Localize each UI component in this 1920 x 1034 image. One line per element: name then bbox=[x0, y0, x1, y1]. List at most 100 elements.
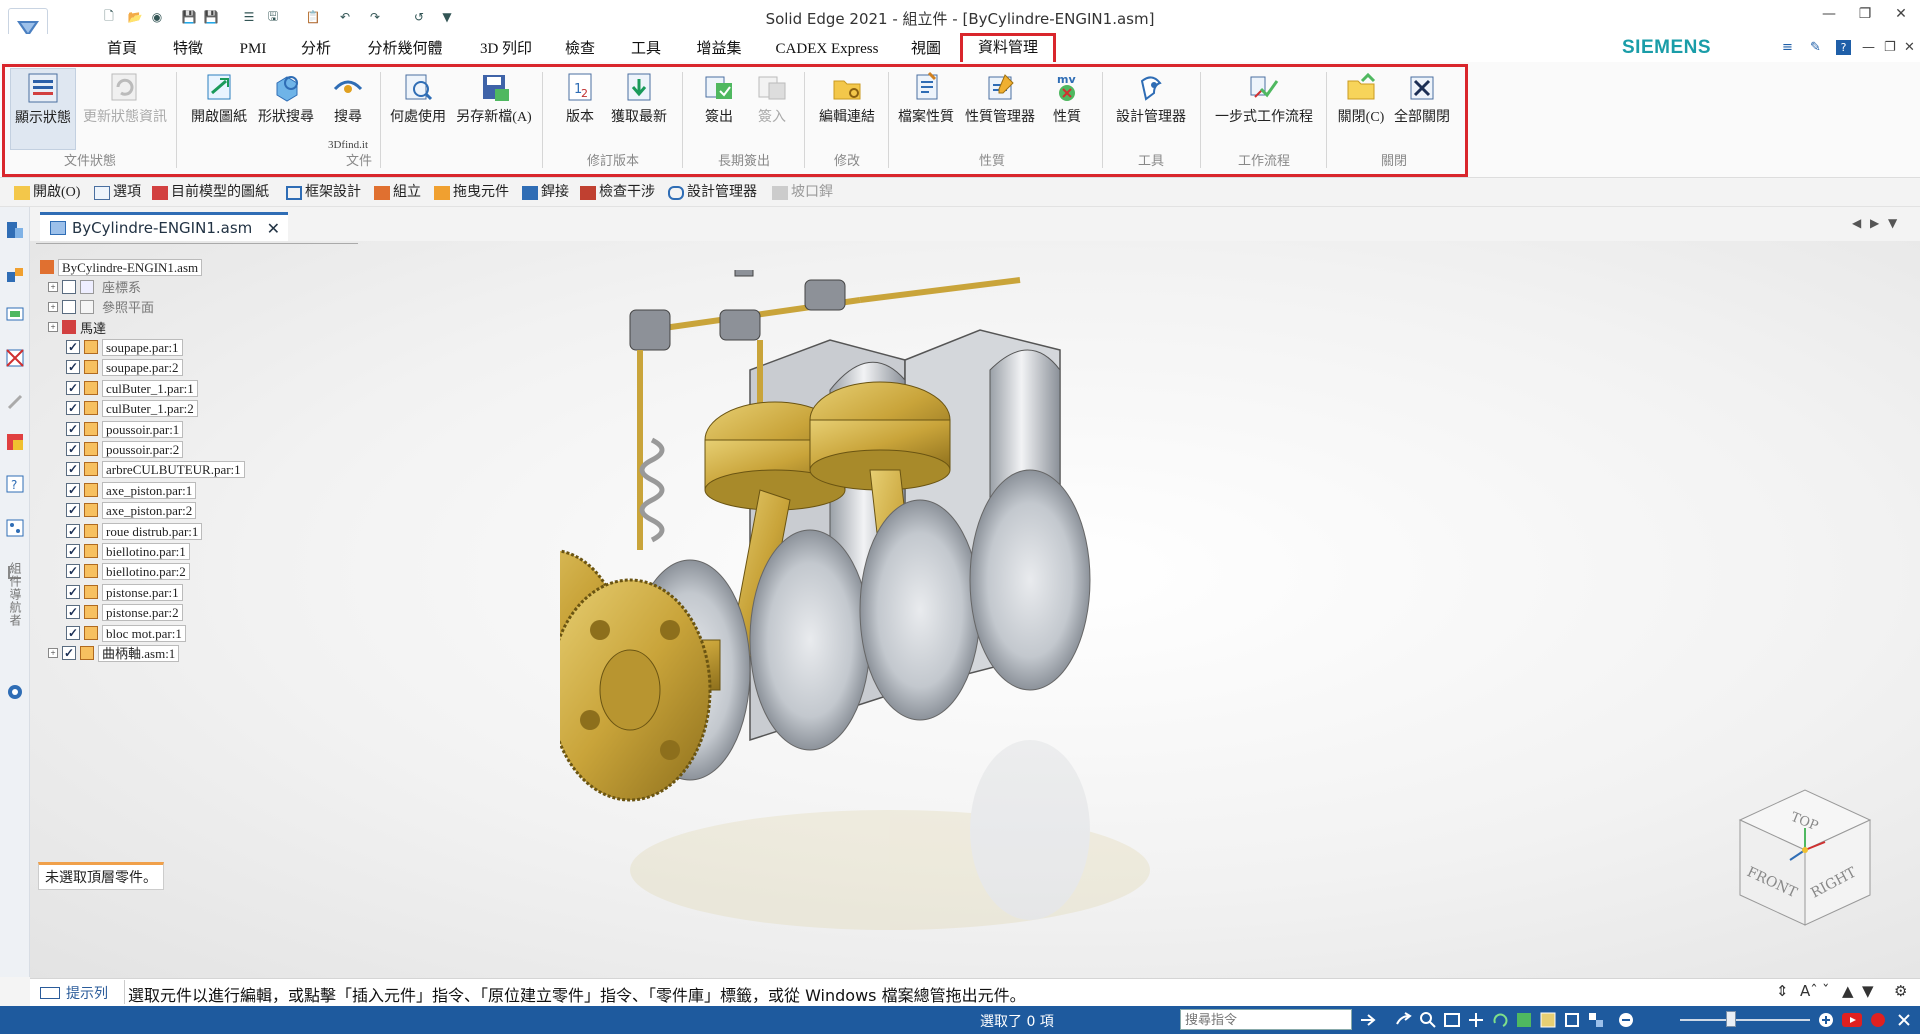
tree-checkbox[interactable] bbox=[62, 300, 76, 314]
tree-checkbox[interactable]: ✓ bbox=[66, 401, 80, 415]
view-styles-icon[interactable] bbox=[1586, 1010, 1606, 1030]
zoom-area-icon[interactable] bbox=[1418, 1010, 1438, 1030]
tree-checkbox[interactable]: ✓ bbox=[66, 524, 80, 538]
cmd-options[interactable]: 選項 bbox=[94, 183, 141, 203]
cmd-current-model-drawing[interactable]: 目前模型的圖紙 bbox=[152, 183, 269, 203]
zoom-slider-track[interactable] bbox=[1680, 1019, 1810, 1021]
ribbon-options-icon[interactable]: ≡ bbox=[1782, 40, 1793, 55]
save-all-icon[interactable]: 💾 bbox=[200, 7, 222, 27]
engine-model-view[interactable] bbox=[560, 270, 1200, 960]
tree-checkbox[interactable]: ✓ bbox=[66, 442, 80, 456]
tree-part-row[interactable]: ✓ axe_piston.par:2 bbox=[66, 501, 197, 519]
cmd-assemble[interactable]: 組立 bbox=[374, 183, 421, 203]
zoom-out-icon[interactable] bbox=[1616, 1010, 1636, 1030]
tab-list-icon[interactable]: ▼ bbox=[1888, 216, 1897, 230]
tree-part-row[interactable]: ✓ poussoir.par:2 bbox=[66, 440, 184, 458]
display-config-icon[interactable] bbox=[3, 346, 27, 370]
close-icon[interactable]: ✕ bbox=[1886, 6, 1916, 28]
tab-scroll-right-icon[interactable]: ▶ bbox=[1870, 216, 1879, 230]
cmd-check-interference[interactable]: 檢查干涉 bbox=[580, 183, 655, 203]
status-close-icon[interactable] bbox=[1894, 1010, 1914, 1030]
tree-checkbox[interactable]: ✓ bbox=[66, 564, 80, 578]
cmd-drag-component[interactable]: 拖曳元件 bbox=[434, 183, 509, 203]
tree-checkbox[interactable]: ✓ bbox=[66, 381, 80, 395]
tree-node-coordinate-systems[interactable]: + 座標系 bbox=[48, 278, 145, 296]
sketch-view-icon[interactable] bbox=[1514, 1010, 1534, 1030]
tree-checkbox[interactable]: ✓ bbox=[66, 605, 80, 619]
zoom-slider-thumb[interactable] bbox=[1726, 1011, 1736, 1027]
tab-addins[interactable]: 增益集 bbox=[692, 38, 746, 60]
tree-checkbox[interactable]: ✓ bbox=[66, 422, 80, 436]
customize-qat-icon[interactable]: ▼ bbox=[436, 7, 458, 27]
tab-pmi[interactable]: PMI bbox=[236, 38, 270, 60]
cmd-groove-weld[interactable]: 坡口銲 bbox=[772, 183, 833, 203]
doc-restore-icon[interactable]: ❐ bbox=[1884, 40, 1896, 55]
tab-inspect[interactable]: 檢查 bbox=[562, 38, 598, 60]
clipboard-icon[interactable]: 📋 bbox=[302, 7, 324, 27]
minimize-icon[interactable]: — bbox=[1814, 6, 1844, 28]
help-topic-icon[interactable]: ? bbox=[3, 472, 27, 496]
tree-checkbox[interactable]: ✓ bbox=[66, 462, 80, 476]
tree-part-row[interactable]: ✓ soupape.par:2 bbox=[66, 358, 183, 376]
expand-icon[interactable]: + bbox=[48, 648, 58, 658]
tree-part-row[interactable]: ✓ roue distrub.par:1 bbox=[66, 522, 203, 540]
tree-checkbox[interactable]: ✓ bbox=[66, 544, 80, 558]
new-icon[interactable]: 🗋 bbox=[98, 7, 120, 27]
tab-features[interactable]: 特徵 bbox=[170, 38, 206, 60]
tab-view[interactable]: 視圖 bbox=[908, 38, 944, 60]
record-icon[interactable] bbox=[1868, 1010, 1888, 1030]
restore-icon[interactable]: ❐ bbox=[1850, 6, 1880, 28]
view-cube[interactable]: TOP FRONT RIGHT bbox=[1730, 780, 1880, 930]
document-tab[interactable]: ByCylindre-ENGIN1.asm ✕ bbox=[40, 212, 288, 241]
font-decrease-icon[interactable]: ˇ bbox=[1822, 982, 1830, 1000]
undo-icon[interactable]: ↶ bbox=[334, 7, 356, 27]
doc-minimize-icon[interactable]: — bbox=[1862, 40, 1875, 55]
settings-gear-icon[interactable] bbox=[3, 680, 27, 704]
tree-part-row[interactable]: ✓ pistonse.par:2 bbox=[66, 603, 183, 621]
tab-analysis[interactable]: 分析 bbox=[298, 38, 334, 60]
save-as-icon[interactable]: 🖫 bbox=[262, 7, 284, 27]
font-increase-icon[interactable]: Aˆ bbox=[1800, 982, 1818, 1000]
appearance-icon[interactable] bbox=[3, 430, 27, 454]
save-icon[interactable]: 💾 bbox=[178, 7, 200, 27]
prompt-collapse-icon[interactable]: ▼ bbox=[1862, 982, 1874, 1000]
expand-icon[interactable]: + bbox=[48, 302, 58, 312]
tree-root[interactable]: ByCylindre-ENGIN1.asm bbox=[40, 258, 203, 276]
redo-icon[interactable]: ↷ bbox=[364, 7, 386, 27]
prompt-expand-icon[interactable]: ▲ bbox=[1842, 982, 1854, 1000]
open-icon[interactable]: 📂 bbox=[124, 7, 146, 27]
tree-checkbox[interactable]: ✓ bbox=[66, 626, 80, 640]
command-search-input[interactable] bbox=[1180, 1009, 1352, 1030]
tree-part-row[interactable]: ✓ bloc mot.par:1 bbox=[66, 624, 186, 642]
sensors-icon[interactable] bbox=[3, 516, 27, 540]
help-icon[interactable]: ? bbox=[1836, 40, 1851, 55]
tree-part-row[interactable]: + ✓ 曲柄軸.asm:1 bbox=[48, 644, 180, 662]
prompt-bar-toggle[interactable]: 提示列 bbox=[40, 983, 108, 1003]
view-orientation-icon[interactable] bbox=[1538, 1010, 1558, 1030]
repeat-icon[interactable]: ↺ bbox=[408, 7, 430, 27]
tab-scroll-left-icon[interactable]: ◀ bbox=[1852, 216, 1861, 230]
cmd-open[interactable]: 開啟(O) bbox=[14, 183, 80, 203]
tree-part-row[interactable]: ✓ axe_piston.par:1 bbox=[66, 481, 197, 499]
print-icon[interactable]: ☰ bbox=[238, 7, 260, 27]
tab-analysis-geometry[interactable]: 分析幾何體 bbox=[362, 38, 448, 60]
tree-checkbox[interactable]: ✓ bbox=[66, 483, 80, 497]
tree-part-row[interactable]: ✓ culButer_1.par:2 bbox=[66, 399, 198, 417]
pan-icon[interactable] bbox=[1466, 1010, 1486, 1030]
tree-node-reference-planes[interactable]: + 參照平面 bbox=[48, 298, 158, 316]
layers-icon[interactable] bbox=[3, 302, 27, 326]
tree-checkbox[interactable]: ✓ bbox=[66, 340, 80, 354]
parts-library-icon[interactable] bbox=[3, 262, 27, 286]
tree-checkbox[interactable]: ✓ bbox=[66, 360, 80, 374]
rotate-icon[interactable] bbox=[1490, 1010, 1510, 1030]
search-go-icon[interactable] bbox=[1358, 1010, 1378, 1030]
youtube-icon[interactable] bbox=[1842, 1010, 1862, 1030]
zoom-in-icon[interactable] bbox=[1816, 1010, 1836, 1030]
tab-3d-print[interactable]: 3D 列印 bbox=[474, 38, 538, 60]
tree-checkbox[interactable]: ✓ bbox=[66, 503, 80, 517]
tree-part-row[interactable]: ✓ pistonse.par:1 bbox=[66, 583, 183, 601]
link-icon[interactable] bbox=[3, 390, 27, 414]
edit-icon[interactable]: ✎ bbox=[1810, 40, 1821, 55]
cmd-weld[interactable]: 銲接 bbox=[522, 183, 569, 203]
expand-icon[interactable]: + bbox=[48, 282, 58, 292]
